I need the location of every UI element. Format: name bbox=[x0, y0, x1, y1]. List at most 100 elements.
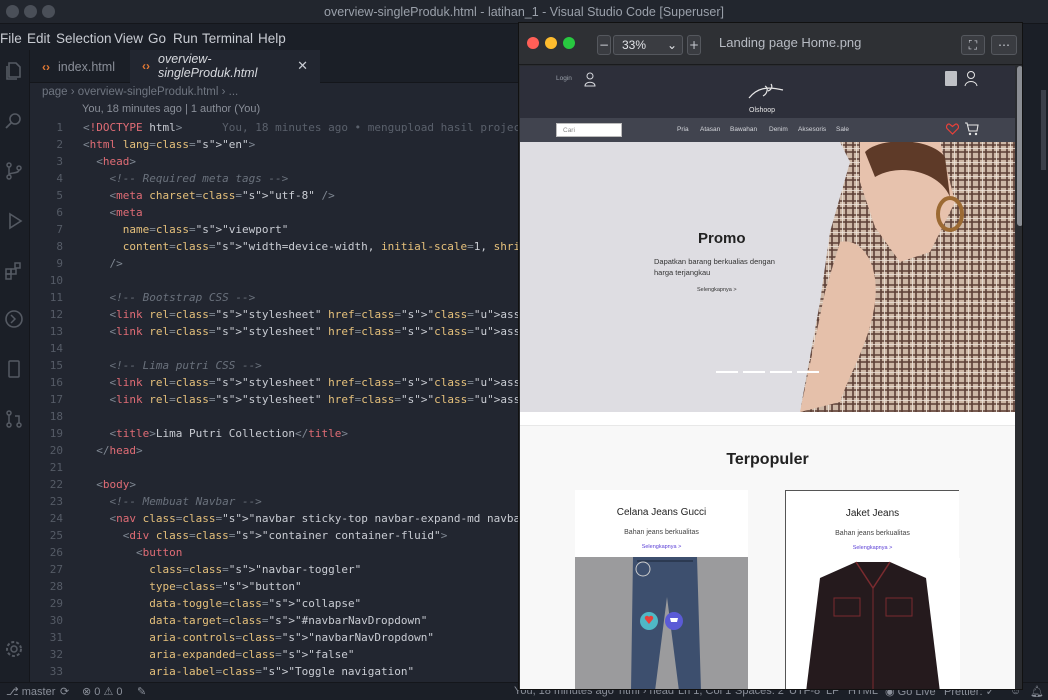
branch-status[interactable]: ⎇ master bbox=[6, 685, 55, 698]
code-line[interactable]: 15 <!-- Lima putri CSS --> bbox=[30, 357, 518, 374]
code-line[interactable]: 17 <link rel=class="s">"stylesheet" href… bbox=[30, 391, 518, 408]
line-number: 2 bbox=[56, 138, 63, 151]
code-line[interactable]: 33 aria-label=class="s">"Toggle navigati… bbox=[30, 663, 518, 680]
tab-overview-single-produk[interactable]: ‹› overview-singleProduk.html ✕ bbox=[130, 50, 320, 83]
code-line[interactable]: 7 name=class="s">"viewport" bbox=[30, 221, 518, 238]
tab-index-html[interactable]: ‹› index.html bbox=[30, 50, 130, 83]
inline-blame: You, 18 minutes ago • mengupload hasil p… bbox=[222, 121, 518, 134]
code-line[interactable]: 21 bbox=[30, 459, 518, 476]
site-search-box: Cari bbox=[556, 123, 622, 137]
code-line[interactable]: 1 <!DOCTYPE html> You, 18 minutes ago • m… bbox=[30, 119, 518, 136]
menu-selection[interactable]: Selection bbox=[56, 31, 112, 46]
line-number: 30 bbox=[49, 614, 63, 627]
notifications-icon[interactable]: 🔔︎ bbox=[1030, 685, 1044, 698]
tab-label: index.html bbox=[58, 59, 115, 74]
code-line[interactable]: 23 <!-- Membuat Navbar --> bbox=[30, 493, 518, 510]
codelens-blame[interactable]: You, 18 minutes ago | 1 author (You) bbox=[30, 101, 518, 118]
menu-edit[interactable]: Edit bbox=[27, 31, 50, 46]
zoom-in-button[interactable]: + bbox=[687, 35, 701, 55]
nav-sale: Sale bbox=[836, 126, 850, 133]
preview-scrollbar[interactable] bbox=[1017, 66, 1022, 689]
code-line[interactable]: 4 <!-- Required meta tags --> bbox=[30, 170, 518, 187]
code-line[interactable]: 13 <link rel=class="s">"stylesheet" href… bbox=[30, 323, 518, 340]
minimap-slider[interactable] bbox=[1041, 90, 1046, 170]
menu-file[interactable]: File bbox=[0, 31, 22, 46]
device-icon[interactable] bbox=[3, 358, 25, 380]
cart-icon bbox=[965, 122, 979, 136]
pull-request-icon[interactable] bbox=[3, 408, 25, 430]
code-line[interactable]: 5 <meta charset=class="s">"utf-8" /> bbox=[30, 187, 518, 204]
code-line[interactable]: 16 <link rel=class="s">"stylesheet" href… bbox=[30, 374, 518, 391]
menu-help[interactable]: Help bbox=[258, 31, 286, 46]
preview-image: Login Olshoop Cari Pria Atasan Bawahan D… bbox=[520, 66, 1015, 689]
code-line[interactable]: 32 aria-expanded=class="s">"false" bbox=[30, 646, 518, 663]
product-title: Celana Jeans Gucci bbox=[616, 507, 707, 518]
source-control-icon[interactable] bbox=[3, 160, 25, 182]
code-line[interactable]: 28 type=class="s">"button" bbox=[30, 578, 518, 595]
menu-run[interactable]: Run bbox=[173, 31, 198, 46]
problems-status[interactable]: ⊗ 0 ⚠ 0 bbox=[82, 685, 122, 698]
preview-close-button[interactable] bbox=[527, 37, 539, 49]
sync-icon[interactable]: ⟳ bbox=[60, 685, 69, 698]
promo-title: Promo bbox=[698, 230, 746, 247]
scroll-thumb[interactable] bbox=[1017, 66, 1022, 226]
jacket-image bbox=[786, 558, 960, 689]
menu-view[interactable]: View bbox=[114, 31, 143, 46]
code-line[interactable]: 27 class=class="s">"navbar-toggler" bbox=[30, 561, 518, 578]
line-number: 3 bbox=[56, 155, 63, 168]
preview-minimize-button[interactable] bbox=[545, 37, 557, 49]
nav-bawahan: Bawahan bbox=[730, 126, 758, 133]
extensions-icon[interactable] bbox=[3, 260, 25, 282]
account-icon bbox=[964, 71, 978, 87]
code-line[interactable]: 30 data-target=class="s">"#navbarNavDrop… bbox=[30, 612, 518, 629]
code-line[interactable]: 6 <meta bbox=[30, 204, 518, 221]
fullscreen-button[interactable]: ⛶ bbox=[961, 35, 985, 55]
line-number: 22 bbox=[49, 478, 63, 491]
line-number: 5 bbox=[56, 189, 63, 202]
code-line[interactable]: 26 <button bbox=[30, 544, 518, 561]
run-debug-icon[interactable] bbox=[3, 210, 25, 232]
code-line[interactable]: 24 <nav class=class="s">"navbar sticky-t… bbox=[30, 510, 518, 527]
settings-gear-icon[interactable] bbox=[3, 638, 25, 660]
preview-maximize-button[interactable] bbox=[563, 37, 575, 49]
zoom-select[interactable]: 33% ⌄ bbox=[613, 35, 683, 55]
line-number: 32 bbox=[49, 648, 63, 661]
editor-tabs: ‹› index.html ‹› overview-singleProduk.h… bbox=[30, 50, 518, 83]
search-icon[interactable] bbox=[3, 110, 25, 132]
zoom-out-button[interactable]: − bbox=[597, 35, 611, 55]
code-line[interactable]: 20 </head> bbox=[30, 442, 518, 459]
code-line[interactable]: 29 data-toggle=class="s">"collapse" bbox=[30, 595, 518, 612]
nav-aksesoris: Aksesoris bbox=[798, 126, 827, 133]
code-line[interactable]: 10 bbox=[30, 272, 518, 289]
image-preview-window: − 33% ⌄ + Landing page Home.png ⛶ ⋯ Login… bbox=[518, 22, 1023, 690]
explorer-icon[interactable] bbox=[3, 60, 25, 82]
code-line[interactable]: 25 <div class=class="s">"container conta… bbox=[30, 527, 518, 544]
remote-icon[interactable] bbox=[3, 308, 25, 330]
breadcrumb[interactable]: page › overview-singleProduk.html › ... bbox=[30, 83, 518, 101]
product-link: Selengkapnya > bbox=[641, 544, 682, 550]
code-line[interactable]: 19 <title>Lima Putri Collection</title> bbox=[30, 425, 518, 442]
pen-icon[interactable]: ✎ bbox=[137, 685, 146, 698]
code-line[interactable]: 11 <!-- Bootstrap CSS --> bbox=[30, 289, 518, 306]
line-number: 1 bbox=[56, 121, 63, 134]
minimap[interactable] bbox=[1024, 50, 1048, 682]
line-number: 19 bbox=[49, 427, 63, 440]
code-line[interactable]: 8 content=class="s">"width=device-width,… bbox=[30, 238, 518, 255]
code-line[interactable]: 9 /> bbox=[30, 255, 518, 272]
product-title: Jaket Jeans bbox=[845, 508, 900, 519]
code-line[interactable]: 12 <link rel=class="s">"stylesheet" href… bbox=[30, 306, 518, 323]
close-icon[interactable]: ✕ bbox=[297, 58, 308, 74]
code-line[interactable]: 18 bbox=[30, 408, 518, 425]
more-options-button[interactable]: ⋯ bbox=[991, 35, 1017, 55]
nav-pria: Pria bbox=[677, 126, 689, 133]
code-editor[interactable]: 1 <!DOCTYPE html> You, 18 minutes ago • m… bbox=[30, 118, 518, 682]
code-line[interactable]: 3 <head> bbox=[30, 153, 518, 170]
code-line[interactable]: 31 aria-controls=class="s">"navbarNavDro… bbox=[30, 629, 518, 646]
code-line[interactable]: 22 <body> bbox=[30, 476, 518, 493]
menu-terminal[interactable]: Terminal bbox=[202, 31, 253, 46]
menu-go[interactable]: Go bbox=[148, 31, 166, 46]
line-number: 4 bbox=[56, 172, 63, 185]
code-line[interactable]: 2 <html lang=class="s">"en"> bbox=[30, 136, 518, 153]
code-line[interactable]: 14 bbox=[30, 340, 518, 357]
html-icon: ‹› bbox=[142, 58, 150, 73]
